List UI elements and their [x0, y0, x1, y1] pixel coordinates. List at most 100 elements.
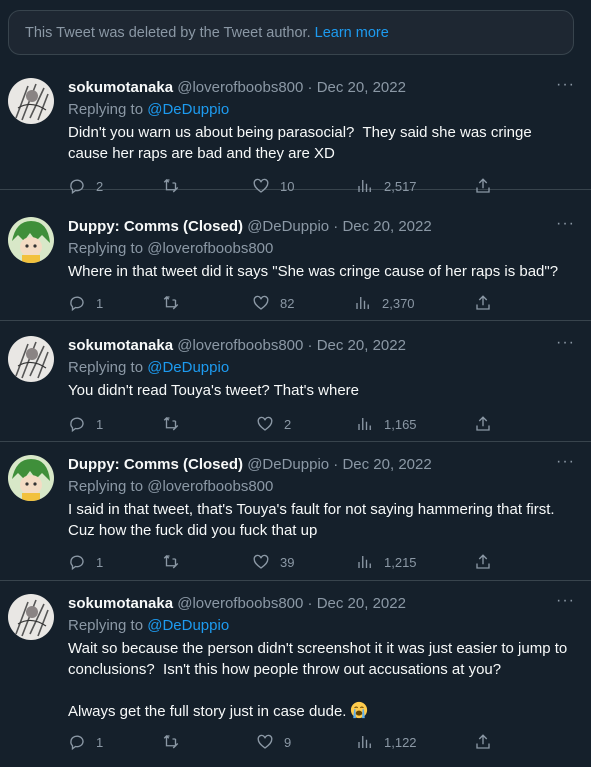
views-button[interactable]: 1,215 — [356, 553, 417, 571]
heart-icon — [253, 554, 269, 569]
reply-count: 1 — [96, 554, 104, 570]
tweet-date[interactable]: Dec 20, 2022 — [342, 218, 431, 235]
views-button[interactable]: 2,370 — [354, 294, 415, 312]
reply-button[interactable]: 1 — [68, 733, 103, 751]
replying-to: Replying to @loverofboobs800 — [68, 477, 575, 497]
mention-link[interactable]: @DeDuppio — [147, 101, 229, 118]
view-count: 1,122 — [384, 734, 417, 750]
tweet-date[interactable]: Dec 20, 2022 — [317, 79, 406, 96]
views-button[interactable]: 1,165 — [356, 415, 417, 433]
share-button[interactable] — [474, 415, 492, 433]
retweet-button[interactable] — [162, 294, 180, 312]
like-button[interactable]: 9 — [256, 733, 291, 751]
replying-to-label: Replying to — [68, 101, 144, 118]
view-count: 2,517 — [384, 178, 417, 194]
views-button[interactable]: 1,122 — [356, 733, 417, 751]
display-name[interactable]: Duppy: Comms (Closed) — [68, 218, 243, 235]
tweet-text: Wait so because the person didn't screen… — [68, 638, 575, 722]
like-count: 82 — [280, 295, 295, 311]
retweet-icon — [163, 555, 179, 569]
more-options-icon[interactable]: ··· — [556, 592, 575, 610]
separator-dot: · — [333, 218, 339, 235]
view-count: 1,215 — [384, 554, 417, 570]
avatar[interactable] — [8, 455, 54, 501]
replying-to-label: Replying to — [68, 617, 144, 634]
views-icon — [358, 418, 371, 430]
share-button[interactable] — [474, 177, 492, 195]
tweet-text: I said in that tweet, that's Touya's fau… — [68, 501, 563, 539]
tweet-date[interactable]: Dec 20, 2022 — [317, 595, 406, 612]
reply-button[interactable]: 1 — [68, 415, 103, 433]
tweet[interactable]: Duppy: Comms (Closed) @DeDuppio · Dec 20… — [0, 443, 591, 581]
deleted-tweet-notice: This Tweet was deleted by the Tweet auth… — [8, 10, 574, 55]
avatar[interactable] — [8, 594, 54, 640]
tweet-text: Where in that tweet did it says "She was… — [68, 263, 559, 280]
tweet-text-content: Wait so because the person didn't screen… — [68, 640, 568, 720]
tweet[interactable]: sokumotanaka @loverofboobs800 · Dec 20, … — [0, 66, 591, 195]
display-name[interactable]: sokumotanaka — [68, 79, 173, 96]
reply-count: 1 — [96, 416, 104, 432]
reply-button[interactable]: 2 — [68, 177, 103, 195]
avatar[interactable] — [8, 336, 54, 382]
share-button[interactable] — [474, 733, 492, 751]
tweet-text: You didn't read Touya's tweet? That's wh… — [68, 382, 360, 399]
views-button[interactable]: 2,517 — [356, 177, 417, 195]
learn-more-link[interactable]: Learn more — [315, 25, 389, 41]
user-handle[interactable]: @loverofboobs800 — [177, 79, 303, 96]
share-button[interactable] — [474, 294, 492, 312]
retweet-button[interactable] — [162, 553, 180, 571]
display-name[interactable]: sokumotanaka — [68, 595, 173, 612]
tweet-text: Didn't you warn us about being parasocia… — [68, 124, 536, 162]
tweet-date[interactable]: Dec 20, 2022 — [317, 337, 406, 354]
reply-count: 2 — [96, 178, 104, 194]
reply-icon — [70, 735, 84, 751]
tweet[interactable]: Duppy: Comms (Closed) @DeDuppio · Dec 20… — [0, 205, 591, 321]
more-options-icon[interactable]: ··· — [556, 76, 575, 94]
mention-link[interactable]: @loverofboobs800 — [147, 478, 273, 495]
retweet-icon — [163, 179, 179, 193]
mention-link[interactable]: @loverofboobs800 — [147, 240, 273, 257]
user-handle[interactable]: @DeDuppio — [247, 218, 329, 235]
like-count: 10 — [280, 178, 295, 194]
replying-to: Replying to @DeDuppio — [68, 358, 575, 378]
reply-count: 1 — [96, 734, 104, 750]
retweet-button[interactable] — [162, 177, 180, 195]
display-name[interactable]: Duppy: Comms (Closed) — [68, 456, 243, 473]
more-options-icon[interactable]: ··· — [556, 453, 575, 471]
avatar[interactable] — [8, 78, 54, 124]
reply-button[interactable]: 1 — [68, 553, 103, 571]
replying-to-label: Replying to — [68, 359, 144, 376]
mention-link[interactable]: @DeDuppio — [147, 359, 229, 376]
like-button[interactable]: 10 — [252, 177, 294, 195]
mention-link[interactable]: @DeDuppio — [147, 617, 229, 634]
user-handle[interactable]: @loverofboobs800 — [177, 337, 303, 354]
reply-icon — [70, 296, 84, 312]
like-button[interactable]: 82 — [252, 294, 294, 312]
more-options-icon[interactable]: ··· — [556, 215, 575, 233]
share-button[interactable] — [474, 553, 492, 571]
user-handle[interactable]: @DeDuppio — [247, 456, 329, 473]
reply-icon — [70, 555, 84, 571]
more-options-icon[interactable]: ··· — [556, 334, 575, 352]
avatar[interactable] — [8, 217, 54, 263]
retweet-icon — [163, 417, 179, 431]
heart-icon — [257, 734, 273, 749]
retweet-button[interactable] — [162, 415, 180, 433]
replying-to-label: Replying to — [68, 240, 144, 257]
retweet-button[interactable] — [162, 733, 180, 751]
replying-to-label: Replying to — [68, 478, 144, 495]
user-handle[interactable]: @loverofboobs800 — [177, 595, 303, 612]
views-icon — [358, 556, 371, 568]
reply-button[interactable]: 1 — [68, 294, 103, 312]
replying-to: Replying to @DeDuppio — [68, 100, 575, 120]
replying-to: Replying to @loverofboobs800 — [68, 239, 575, 259]
separator-dot: · — [307, 595, 313, 612]
like-button[interactable]: 2 — [256, 415, 291, 433]
share-icon — [476, 178, 490, 193]
like-button[interactable]: 39 — [252, 553, 294, 571]
tweet[interactable]: sokumotanaka @loverofboobs800 · Dec 20, … — [0, 324, 591, 442]
view-count: 1,165 — [384, 416, 417, 432]
display-name[interactable]: sokumotanaka — [68, 337, 173, 354]
tweet[interactable]: sokumotanaka @loverofboobs800 · Dec 20, … — [0, 582, 591, 767]
tweet-date[interactable]: Dec 20, 2022 — [342, 456, 431, 473]
